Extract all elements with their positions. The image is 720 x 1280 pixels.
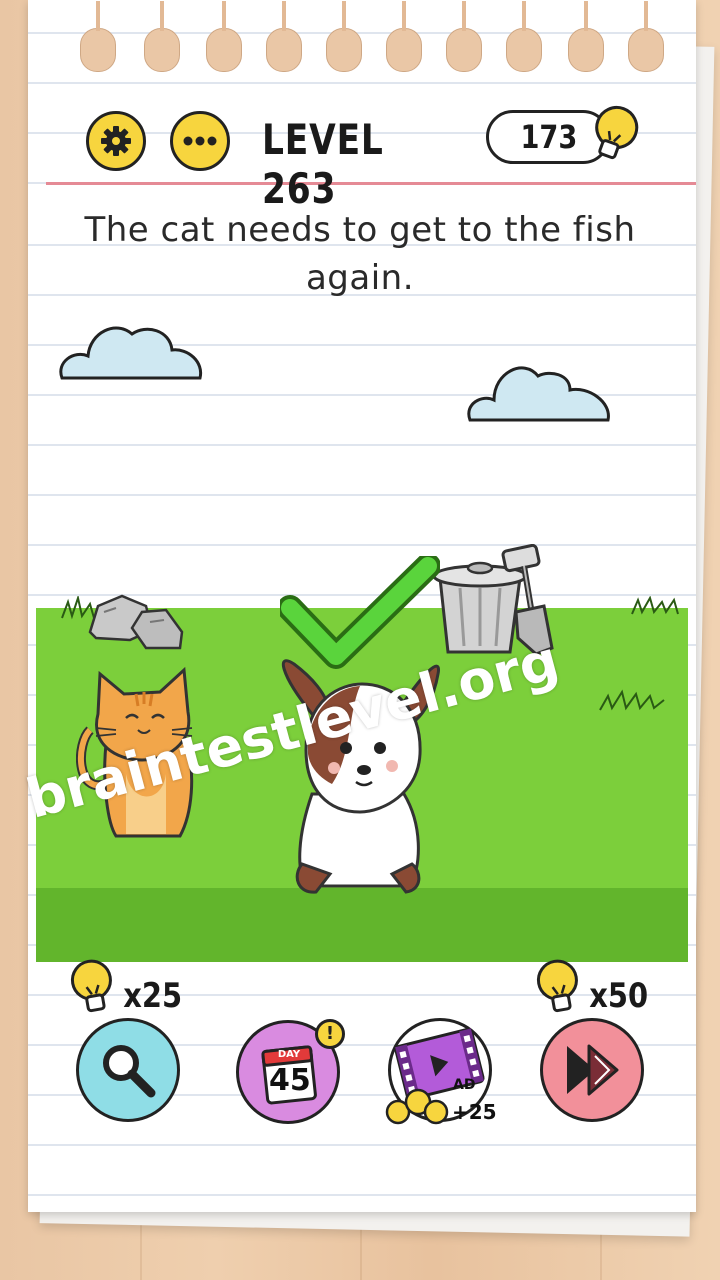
hint-search-button[interactable]: [76, 1018, 180, 1122]
lightbulb-icon: [536, 959, 578, 1013]
calendar-day-label: DAY: [277, 1049, 301, 1060]
gear-icon: [101, 126, 131, 156]
cloud-left: [59, 326, 203, 380]
hint-count: 173: [520, 118, 578, 156]
hint-cost: x25: [123, 976, 183, 1016]
puzzle-question: The cat needs to get to the fish again.: [84, 210, 636, 298]
settings-button[interactable]: [86, 111, 146, 171]
daily-challenge-button[interactable]: DAY 45 !: [236, 1019, 345, 1124]
ad-label: AD: [453, 1077, 476, 1093]
ad-reward: +25: [452, 1100, 497, 1124]
skip-cost: x50: [589, 976, 649, 1016]
lightbulb-icon: [595, 105, 639, 160]
cloud-right: [467, 366, 610, 422]
dots-icon: [183, 136, 217, 146]
notification-badge: !: [315, 1019, 345, 1049]
level-title: LEVEL 263: [262, 115, 384, 213]
lightbulb-icon: [70, 959, 112, 1013]
calendar-day-number: 45: [269, 1063, 311, 1098]
menu-button[interactable]: [170, 111, 230, 171]
fast-forward-icon: [567, 1044, 619, 1096]
lightbulb-reward-icon: [385, 1088, 449, 1125]
grass-tuft: [631, 596, 679, 615]
grass-tuft: [599, 689, 665, 711]
skip-level-button[interactable]: [540, 1018, 644, 1122]
binder-holes: [80, 1, 680, 78]
rocks: [88, 594, 184, 650]
magnifier-icon: [103, 1045, 156, 1098]
